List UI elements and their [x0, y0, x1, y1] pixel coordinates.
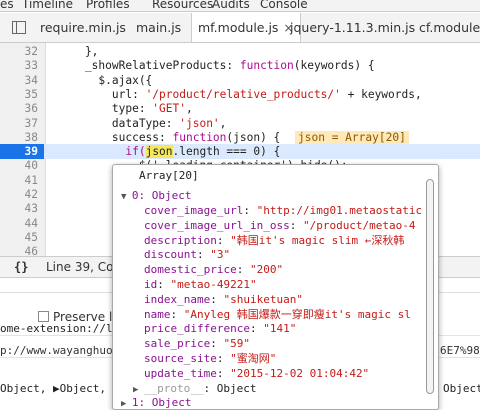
code-line[interactable]: 36 type: 'GET',	[0, 101, 480, 116]
console-message-tail[interactable]: 6E7%98%	[440, 344, 480, 357]
object-property: domestic_price: "200"	[144, 263, 284, 277]
tree-item-expanded[interactable]: ▼ 0: Object	[121, 189, 191, 203]
object-property: discount: "3"	[144, 248, 231, 262]
line-number[interactable]: 37	[0, 116, 38, 131]
panel-tab-profiles[interactable]: Profiles	[86, 0, 130, 11]
panel-tab-audits[interactable]: Audits	[212, 0, 250, 11]
pretty-print-button[interactable]: {}	[14, 257, 28, 277]
panel-tab-resources[interactable]: Resources	[152, 0, 213, 11]
code-line-current[interactable]: 39 if(json.length === 0) {	[0, 144, 480, 160]
line-number[interactable]: 43	[0, 201, 38, 216]
line-number[interactable]: 40	[0, 158, 38, 173]
inline-value-badge: json = Array[20]	[295, 130, 409, 144]
file-tab-mf-module[interactable]: mf.module.js ×	[191, 13, 301, 42]
line-number[interactable]: 45	[0, 230, 38, 245]
value-popover[interactable]: Array[20] ▼ 0: Object cover_image_url: "h…	[112, 164, 439, 410]
code-text: if(json.length === 0) {	[125, 145, 281, 159]
code-line[interactable]: 34 $.ajax({	[0, 73, 480, 88]
file-tabbar: require.min.js main.js mf.module.js × jqu…	[0, 13, 480, 43]
breakpoint-line-number[interactable]: 39	[0, 144, 44, 160]
object-property[interactable]: ▶ __proto__: Object	[133, 382, 256, 396]
object-property: sale_price: "59"	[144, 337, 250, 351]
code-text: success: function(json) { json = Array[2…	[58, 130, 409, 145]
checkbox-icon[interactable]	[38, 311, 49, 322]
tree-item-collapsed[interactable]: ▶ 1: Object	[121, 396, 191, 409]
line-number[interactable]: 36	[0, 101, 38, 116]
collapse-triangle-icon[interactable]: ▼	[121, 192, 132, 202]
expand-triangle-icon[interactable]: ▶	[121, 399, 132, 409]
code-line[interactable]: 35 url: '/product/relative_products/' + …	[0, 87, 480, 102]
object-property: source_site: "蜜淘网"	[144, 352, 277, 365]
code-line[interactable]: 37 dataType: 'json',	[0, 116, 480, 131]
devtools-panel-tabbar: es Timeline Profiles Resources Audits Console	[0, 0, 480, 12]
line-number[interactable]: 46	[0, 244, 38, 256]
code-line[interactable]: 32 },	[0, 44, 480, 59]
object-property: cover_image_url: "http://img01.metaostat…	[144, 204, 423, 217]
code-text: $.ajax({	[58, 73, 153, 87]
expand-triangle-icon[interactable]: ▶	[133, 385, 144, 395]
console-object-tail[interactable]: Object	[443, 382, 480, 395]
object-property: id: "metao-49221"	[144, 278, 257, 291]
code-text: _showRelativeProducts: function(keywords…	[58, 59, 375, 73]
toggle-navigator-icon[interactable]	[12, 21, 26, 34]
object-property: cover_image_url_in_oss: "/product/metao-…	[144, 218, 416, 232]
code-text: dataType: 'json',	[58, 116, 227, 130]
line-number[interactable]: 35	[0, 87, 38, 102]
file-tab-jquery[interactable]: jquery-1.11.3.min.js	[290, 13, 415, 42]
file-tab-cf-module[interactable]: cf.module.js	[419, 13, 480, 42]
line-number[interactable]: 42	[0, 187, 38, 202]
file-tab-main[interactable]: main.js	[136, 13, 181, 42]
file-tab-require[interactable]: require.min.js	[40, 13, 126, 42]
code-line[interactable]: 38 success: function(json) { json = Arra…	[0, 130, 480, 145]
line-number[interactable]: 34	[0, 73, 38, 88]
object-property: price_difference: "141"	[144, 322, 297, 336]
line-number[interactable]: 33	[0, 58, 38, 73]
code-text: url: '/product/relative_products/' + key…	[58, 87, 422, 101]
panel-tab-timeline[interactable]: Timeline	[22, 0, 73, 11]
object-property: description: "韩国it's magic slim ←深秋韩	[144, 233, 405, 247]
line-number[interactable]: 41	[0, 173, 38, 188]
code-line[interactable]: 33 _showRelativeProducts: function(keywo…	[0, 58, 480, 73]
line-number[interactable]: 32	[0, 44, 38, 59]
console-object-list[interactable]: Object, ▶Object, ▶	[0, 382, 119, 395]
object-property: index_name: "shuiketuan"	[144, 292, 303, 306]
panel-tab-console[interactable]: Console	[260, 0, 308, 11]
code-text: },	[58, 45, 99, 58]
line-number[interactable]: 38	[0, 130, 38, 145]
panel-tab-es[interactable]: es	[0, 0, 14, 11]
code-text: type: 'GET',	[58, 102, 193, 116]
line-number[interactable]: 44	[0, 216, 38, 231]
object-property: name: "Anyleg 韩国爆款一穿即瘦it's magic sl	[144, 307, 411, 321]
hovered-variable[interactable]: json	[145, 145, 173, 159]
object-property: update_time: "2015-12-02 01:04:42"	[144, 366, 370, 380]
popover-title: Array[20]	[139, 169, 199, 182]
popover-scrollbar[interactable]	[426, 179, 434, 394]
